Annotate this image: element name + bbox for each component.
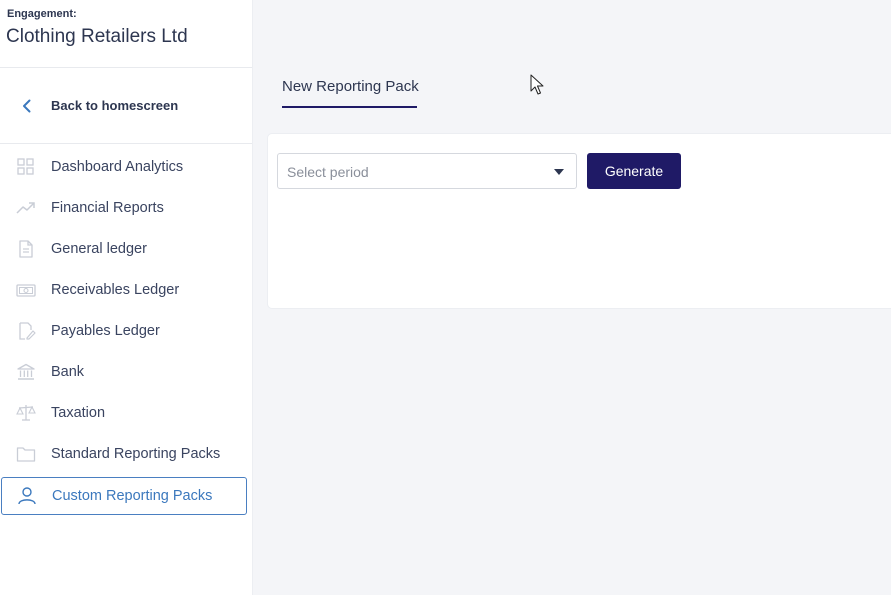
sidebar-item-standard-reporting-packs[interactable]: Standard Reporting Packs	[0, 435, 252, 473]
caret-down-icon	[554, 169, 564, 175]
sidebar-item-label: Receivables Ledger	[51, 282, 180, 298]
divider	[0, 67, 252, 68]
grid-icon	[17, 158, 34, 175]
chevron-left-icon	[23, 99, 31, 113]
sidebar-item-financial-reports[interactable]: Financial Reports	[0, 189, 252, 227]
engagement-name: Clothing Retailers Ltd	[6, 26, 188, 47]
sidebar-item-label: Dashboard Analytics	[51, 159, 184, 175]
sidebar-item-label: General ledger	[51, 241, 147, 257]
sidebar-item-custom-reporting-packs[interactable]: Custom Reporting Packs	[1, 477, 247, 515]
user-icon	[18, 487, 36, 505]
sidebar-item-dashboard-analytics[interactable]: Dashboard Analytics	[0, 148, 252, 186]
period-select-placeholder: Select period	[287, 164, 369, 180]
sidebar: Engagement: Clothing Retailers Ltd Back …	[0, 0, 253, 595]
bank-icon	[17, 363, 35, 380]
tab-new-reporting-pack[interactable]: New Reporting Pack	[282, 78, 419, 95]
period-select[interactable]: Select period	[277, 153, 577, 189]
back-link-label: Back to homescreen	[51, 98, 179, 113]
trending-up-icon	[16, 202, 35, 214]
engagement-label: Engagement:	[7, 8, 77, 20]
sidebar-item-taxation[interactable]: Taxation	[0, 394, 252, 432]
sidebar-item-general-ledger[interactable]: General ledger	[0, 230, 252, 268]
sidebar-item-label: Bank	[51, 364, 85, 380]
sidebar-item-label: Custom Reporting Packs	[52, 488, 213, 504]
mouse-cursor-icon	[530, 74, 544, 95]
generate-button[interactable]: Generate	[587, 153, 681, 189]
back-to-homescreen-link[interactable]: Back to homescreen	[0, 88, 252, 124]
document-icon	[19, 240, 33, 258]
tab-active-indicator	[282, 106, 417, 108]
divider	[0, 143, 252, 144]
sidebar-item-label: Payables Ledger	[51, 323, 160, 339]
folder-icon	[16, 447, 36, 462]
sidebar-item-label: Financial Reports	[51, 200, 164, 216]
sidebar-item-label: Standard Reporting Packs	[51, 446, 221, 462]
sidebar-item-payables-ledger[interactable]: Payables Ledger	[0, 312, 252, 350]
sidebar-item-label: Taxation	[51, 405, 106, 421]
edit-document-icon	[19, 322, 36, 340]
sidebar-item-bank[interactable]: Bank	[0, 353, 252, 391]
scales-icon	[16, 405, 36, 421]
sidebar-item-receivables-ledger[interactable]: Receivables Ledger	[0, 271, 252, 309]
banknote-icon	[16, 284, 36, 297]
